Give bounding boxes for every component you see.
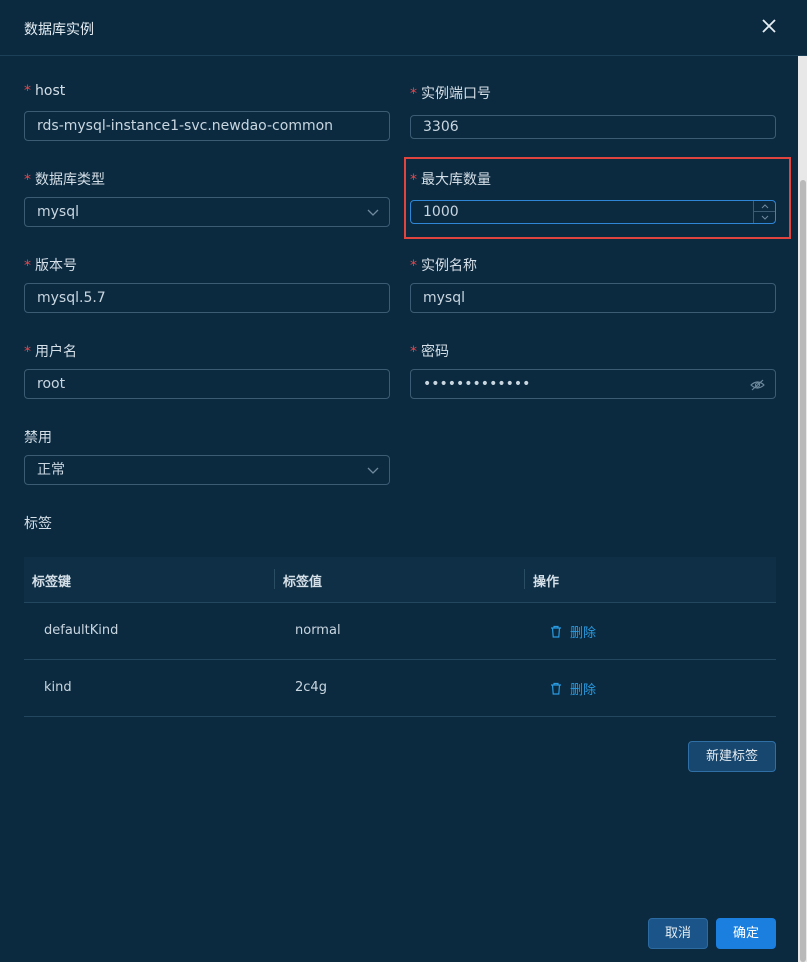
- chevron-down-icon: [367, 209, 379, 216]
- trash-icon: [551, 625, 561, 638]
- username-label-text: 用户名: [35, 344, 77, 360]
- tag-key: kind: [44, 680, 72, 695]
- tag-value: normal: [295, 623, 341, 638]
- delete-tag-button[interactable]: 删除: [550, 679, 596, 698]
- required-mark: *: [24, 83, 31, 99]
- instance-name-input[interactable]: mysql: [410, 283, 776, 313]
- delete-tag-button[interactable]: 删除: [550, 622, 596, 641]
- version-input[interactable]: mysql.5.7: [24, 283, 390, 313]
- disabled-select[interactable]: 正常: [24, 455, 390, 485]
- delete-label: 删除: [570, 683, 597, 698]
- dialog-header: 数据库实例: [0, 0, 807, 56]
- new-tag-button[interactable]: 新建标签: [688, 741, 776, 772]
- required-mark: *: [410, 86, 417, 102]
- chevron-down-icon: [367, 467, 379, 474]
- instance-name-label: * 实例名称: [410, 255, 477, 275]
- port-label-text: 实例端口号: [421, 86, 491, 102]
- close-icon[interactable]: [760, 17, 778, 35]
- trash-icon: [551, 682, 561, 695]
- disabled-value: 正常: [37, 462, 65, 478]
- tag-value: 2c4g: [295, 680, 327, 695]
- required-mark: *: [24, 172, 31, 188]
- column-divider: [524, 569, 525, 589]
- table-row: defaultKind normal 删除: [24, 603, 776, 660]
- db-type-select[interactable]: mysql: [24, 197, 390, 227]
- instance-name-label-text: 实例名称: [421, 258, 477, 274]
- username-label: * 用户名: [24, 341, 77, 361]
- column-header-action: 操作: [533, 575, 560, 590]
- required-mark: *: [410, 344, 417, 360]
- database-instance-dialog: 数据库实例 * host rds-mysql-instance1-svc.newd…: [0, 0, 807, 962]
- db-type-value: mysql: [37, 204, 79, 220]
- db-type-label-text: 数据库类型: [35, 172, 105, 188]
- version-label: * 版本号: [24, 255, 77, 275]
- username-input[interactable]: root: [24, 369, 390, 399]
- required-mark: *: [24, 258, 31, 274]
- tags-label: 标签: [24, 516, 52, 532]
- confirm-button[interactable]: 确定: [716, 918, 776, 949]
- disabled-label: 禁用: [24, 430, 52, 446]
- table-row: kind 2c4g 删除: [24, 660, 776, 717]
- host-label: * host: [24, 83, 65, 99]
- required-mark: *: [410, 258, 417, 274]
- eye-off-icon[interactable]: [750, 378, 765, 392]
- column-header-key: 标签键: [32, 575, 72, 590]
- scrollbar-thumb[interactable]: [800, 180, 806, 962]
- password-value: •••••••••••••: [423, 376, 531, 392]
- version-label-text: 版本号: [35, 258, 77, 274]
- dialog-title: 数据库实例: [24, 22, 94, 38]
- port-input[interactable]: 3306: [410, 115, 776, 139]
- column-divider: [274, 569, 275, 589]
- table-header: 标签键 标签值 操作: [24, 557, 776, 603]
- password-input[interactable]: •••••••••••••: [410, 369, 776, 399]
- port-label: * 实例端口号: [410, 83, 491, 103]
- cancel-button[interactable]: 取消: [648, 918, 708, 949]
- password-label-text: 密码: [421, 344, 449, 360]
- column-header-value: 标签值: [283, 575, 323, 590]
- tag-key: defaultKind: [44, 623, 119, 638]
- required-mark: *: [24, 344, 31, 360]
- delete-label: 删除: [570, 626, 597, 641]
- highlight-box: [404, 157, 791, 239]
- host-label-text: host: [35, 83, 66, 99]
- password-label: * 密码: [410, 341, 449, 361]
- host-input[interactable]: rds-mysql-instance1-svc.newdao-common: [24, 111, 390, 141]
- db-type-label: * 数据库类型: [24, 169, 105, 189]
